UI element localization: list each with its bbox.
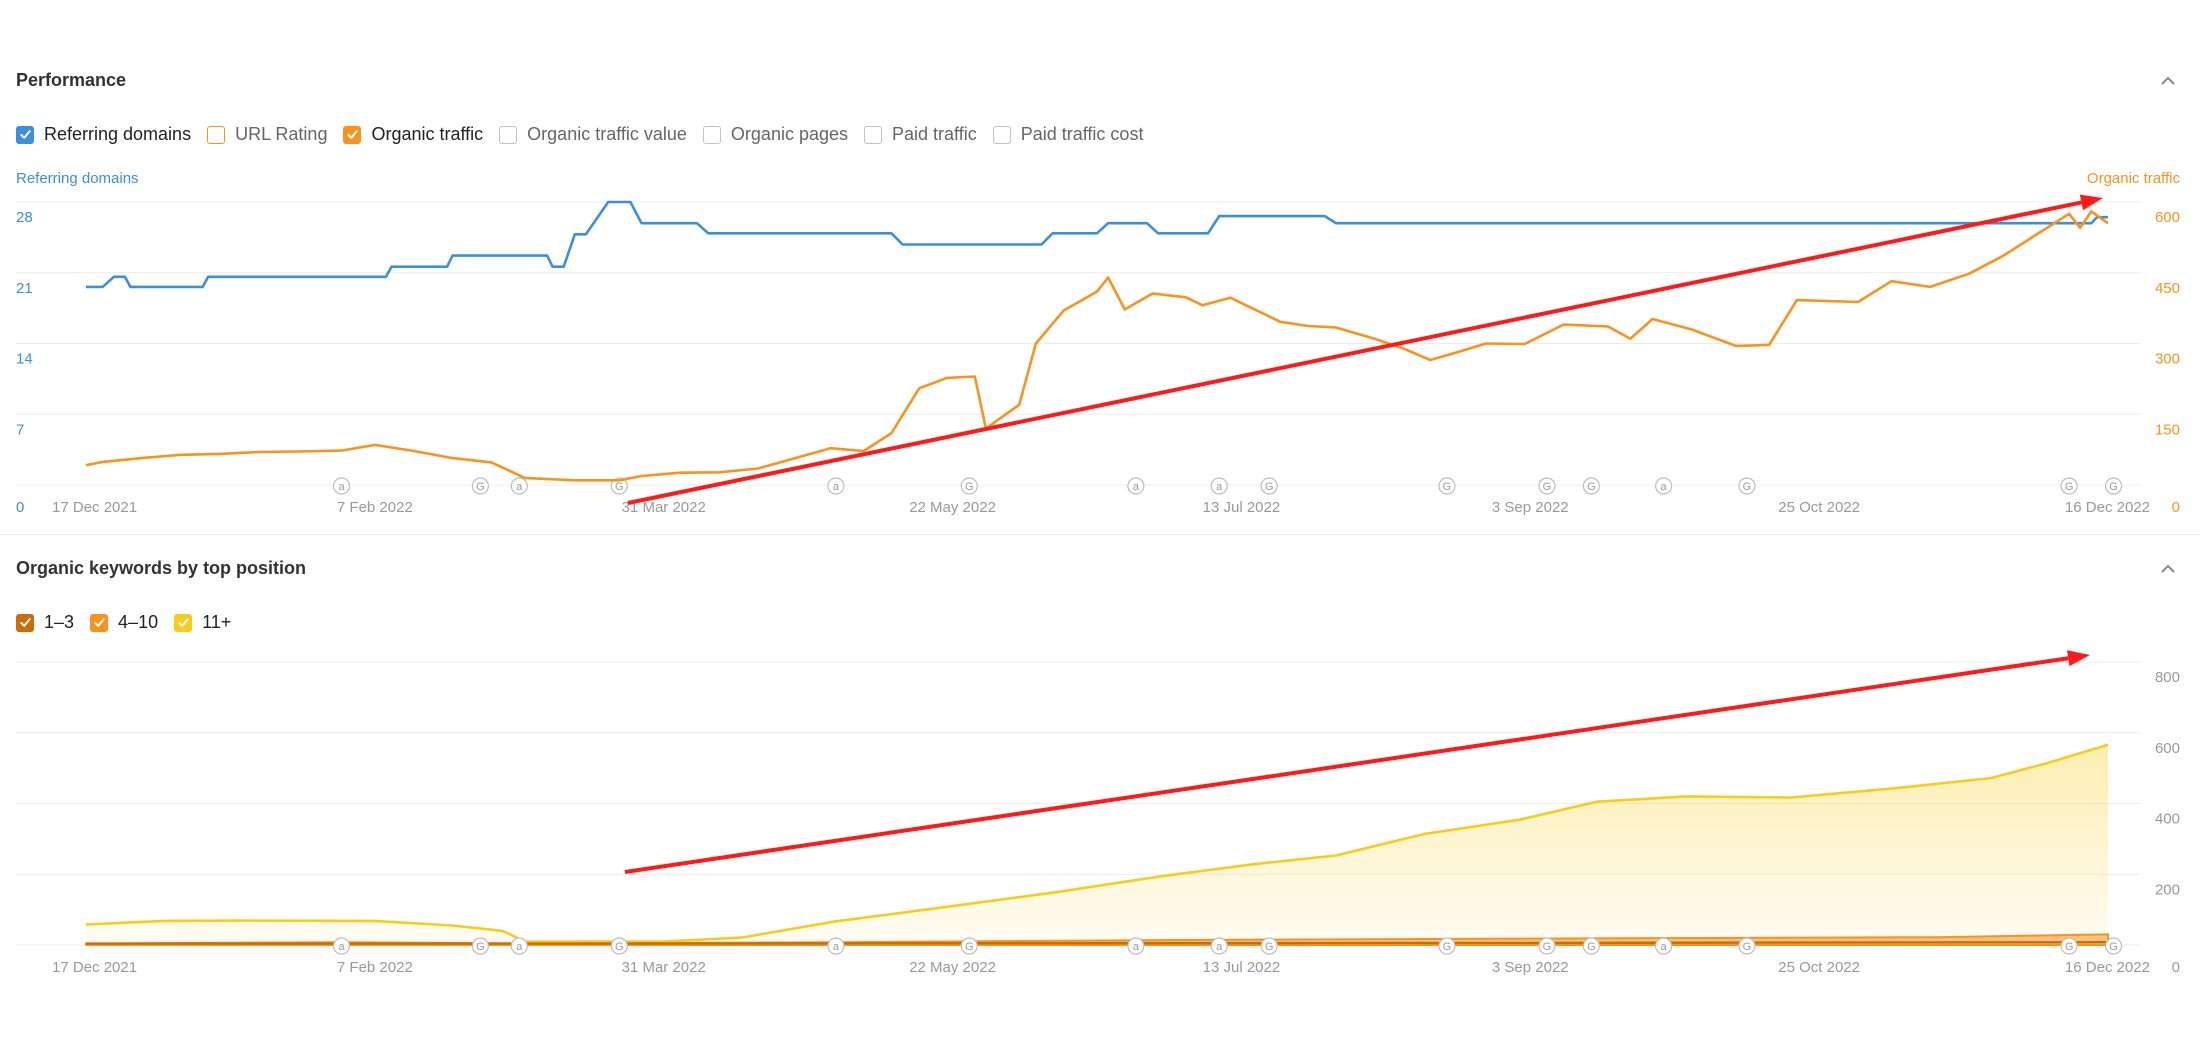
svg-text:a: a (516, 941, 523, 953)
x-tick-label: 7 Feb 2022 (337, 959, 413, 976)
svg-text:G: G (1743, 941, 1752, 953)
right-y-tick-label: 600 (2155, 740, 2180, 757)
x-tick-label: 22 May 2022 (909, 959, 996, 976)
x-tick-label: 16 Dec 2022 (2065, 959, 2150, 976)
event-marker-ahrefs-update[interactable]: a (1210, 937, 1228, 955)
event-marker-google-update[interactable]: G (610, 937, 628, 955)
svg-text:a: a (1216, 941, 1223, 953)
trend-arrow-keywords-head (2067, 650, 2090, 667)
event-marker-ahrefs-update[interactable]: a (827, 937, 845, 955)
svg-text:a: a (1661, 941, 1668, 953)
svg-text:G: G (476, 941, 485, 953)
x-tick-label: 13 Jul 2022 (1203, 959, 1281, 976)
svg-text:G: G (1265, 941, 1274, 953)
event-marker-ahrefs-update[interactable]: a (510, 937, 528, 955)
right-y-tick-label: 200 (2155, 881, 2180, 898)
svg-text:G: G (2109, 941, 2118, 953)
event-marker-ahrefs-update[interactable]: a (1655, 937, 1673, 955)
svg-text:G: G (1543, 941, 1552, 953)
right-y-tick-label: 0 (2172, 959, 2180, 976)
event-marker-ahrefs-update[interactable]: a (332, 937, 351, 955)
right-y-tick-label: 400 (2155, 811, 2180, 828)
series-area-11plus (86, 744, 2108, 945)
series-line-1-3 (86, 941, 2109, 945)
svg-text:a: a (1133, 941, 1140, 953)
svg-text:G: G (615, 941, 624, 953)
svg-text:a: a (833, 941, 840, 953)
event-marker-google-update[interactable]: G (471, 937, 490, 955)
svg-text:G: G (1587, 941, 1596, 953)
event-marker-google-update[interactable]: G (1438, 937, 1456, 955)
event-marker-google-update[interactable]: G (1260, 937, 1278, 955)
event-marker-google-update[interactable]: G (1582, 937, 1600, 955)
keywords-chart: 0 200 400 600 800 17 Dec 2021 7 Feb 2022 31 Mar… (16, 650, 2180, 976)
svg-text:G: G (2065, 941, 2074, 953)
event-marker-google-update[interactable]: G (1538, 937, 1556, 955)
event-marker-google-update[interactable]: G (1738, 937, 1756, 955)
event-marker-google-update[interactable]: G (2060, 937, 2078, 955)
svg-text:G: G (965, 941, 974, 953)
x-tick-label: 31 Mar 2022 (622, 959, 706, 976)
x-tick-label: 25 Oct 2022 (1778, 959, 1860, 976)
right-y-tick-label: 800 (2155, 669, 2180, 686)
event-marker-ahrefs-update[interactable]: a (1127, 937, 1145, 955)
event-marker-google-update[interactable]: G (960, 937, 978, 955)
event-marker-google-update[interactable]: G (2104, 937, 2123, 955)
svg-text:a: a (338, 941, 345, 953)
x-tick-label: 3 Sep 2022 (1492, 959, 1569, 976)
svg-text:G: G (1443, 941, 1452, 953)
x-tick-label: 17 Dec 2021 (52, 959, 137, 976)
